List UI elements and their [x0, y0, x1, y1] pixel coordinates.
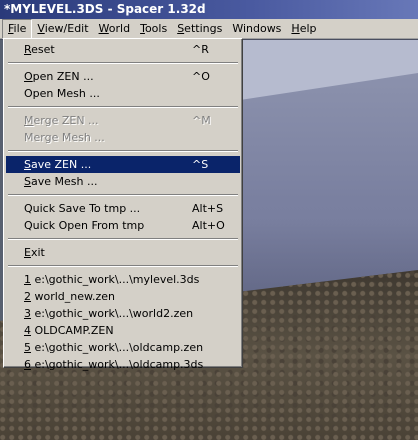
file-menu-dropdown: Reset ^R Open ZEN ... ^O Open Mesh ... M…: [3, 38, 243, 371]
menu-separator: [8, 265, 238, 267]
shortcut-label: ^M: [192, 114, 211, 127]
menu-item-save-mesh[interactable]: Save Mesh ...: [6, 173, 240, 190]
menu-item-quick-save[interactable]: Quick Save To tmp ... Alt+S: [6, 200, 240, 217]
menu-file[interactable]: File: [2, 18, 33, 39]
menu-item-open-mesh[interactable]: Open Mesh ...: [6, 85, 240, 102]
menu-item-quick-open[interactable]: Quick Open From tmp Alt+O: [6, 217, 240, 234]
menu-item-exit[interactable]: Exit: [6, 244, 240, 261]
shortcut-label: ^R: [192, 43, 209, 56]
menu-separator: [8, 62, 238, 64]
shortcut-label: Alt+S: [192, 202, 224, 215]
menu-separator: [8, 238, 238, 240]
menu-separator: [8, 106, 238, 108]
menu-item-open-zen[interactable]: Open ZEN ... ^O: [6, 68, 240, 85]
menu-separator: [8, 150, 238, 152]
recent-file-item[interactable]: 6 e:\gothic_work\...\oldcamp.3ds: [6, 356, 240, 373]
menu-windows[interactable]: Windows: [227, 20, 286, 38]
menu-item-merge-mesh: Merge Mesh ...: [24, 131, 105, 144]
menu-settings[interactable]: Settings: [172, 20, 227, 38]
menu-separator: [8, 194, 238, 196]
recent-file-item[interactable]: 3 e:\gothic_work\...\world2.zen: [6, 305, 240, 322]
window-title: *MYLEVEL.3DS - Spacer 1.32d: [0, 0, 418, 19]
shortcut-label: ^S: [192, 158, 209, 171]
recent-file-item[interactable]: 5 e:\gothic_work\...\oldcamp.zen: [6, 339, 240, 356]
shortcut-label: Alt+O: [192, 219, 225, 232]
recent-file-item[interactable]: 4 OLDCAMP.ZEN: [6, 322, 240, 339]
menu-item-merge-zen: Merge ZEN ... ^M: [24, 114, 211, 127]
menu-world[interactable]: World: [94, 20, 136, 38]
menu-tools[interactable]: Tools: [135, 20, 172, 38]
menu-help[interactable]: Help: [286, 20, 321, 38]
recent-file-item[interactable]: 2 world_new.zen: [6, 288, 240, 305]
menu-view-edit[interactable]: View/Edit: [32, 20, 93, 38]
shortcut-label: ^O: [192, 70, 210, 83]
menu-item-save-zen[interactable]: Save ZEN ... ^S: [6, 156, 240, 173]
recent-file-item[interactable]: 1 e:\gothic_work\...\mylevel.3ds: [6, 271, 240, 288]
menu-bar: File View/Edit World Tools Settings Wind…: [0, 18, 418, 39]
menu-item-reset[interactable]: Reset ^R: [6, 41, 240, 58]
